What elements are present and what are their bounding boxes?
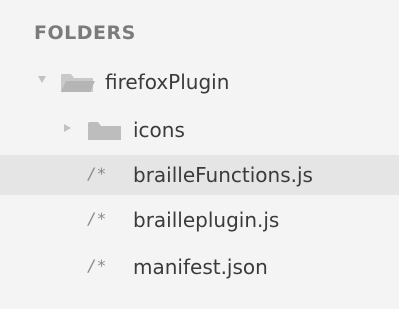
folders-header: FOLDERS bbox=[34, 22, 136, 44]
tree-item-brailleplugin-js[interactable]: /* brailleplugin.js bbox=[0, 200, 399, 240]
file-js-icon: /* bbox=[87, 209, 107, 228]
chevron-down-icon[interactable] bbox=[38, 76, 46, 83]
tree-item-label: firefoxPlugin bbox=[105, 70, 230, 94]
tree-item-label: manifest.json bbox=[133, 255, 268, 279]
chevron-right-icon[interactable] bbox=[64, 124, 71, 132]
tree-item-firefoxplugin[interactable]: firefoxPlugin bbox=[0, 62, 399, 102]
tree-item-manifest-json[interactable]: /* manifest.json bbox=[0, 247, 399, 287]
tree-item-icons[interactable]: icons bbox=[0, 110, 399, 150]
tree-item-braillefunctions-js[interactable]: /* brailleFunctions.js bbox=[0, 155, 399, 195]
project-sidebar: FOLDERS firefoxPlugin icons /* brailleFu… bbox=[0, 0, 399, 309]
tree-item-label: icons bbox=[133, 118, 185, 142]
tree-item-label: brailleFunctions.js bbox=[133, 163, 313, 187]
file-json-icon: /* bbox=[87, 256, 107, 275]
tree-item-label: brailleplugin.js bbox=[133, 208, 280, 232]
folder-open-icon bbox=[60, 72, 96, 98]
file-js-icon: /* bbox=[87, 164, 107, 183]
folder-closed-icon bbox=[87, 120, 123, 146]
